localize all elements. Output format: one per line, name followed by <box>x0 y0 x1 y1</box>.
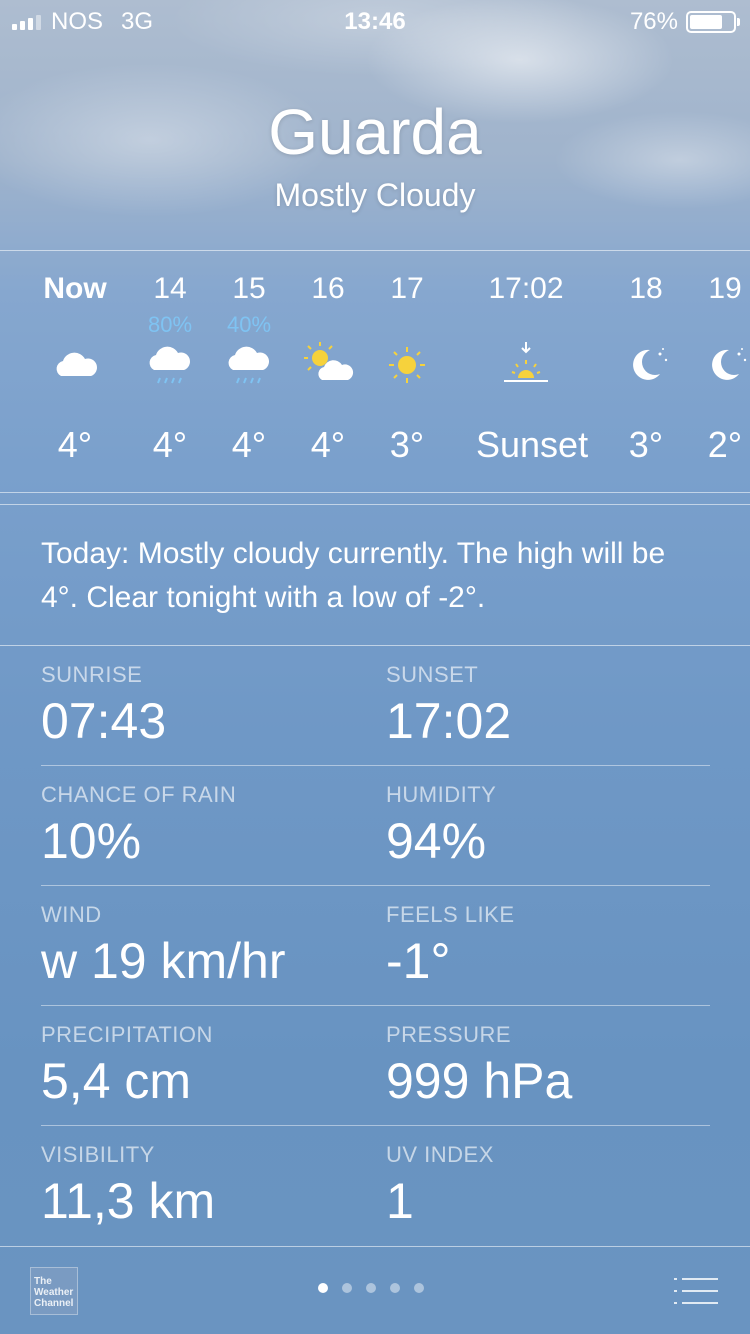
current-condition: Mostly Cloudy <box>274 177 476 213</box>
detail-item: CHANCE OF RAIN 10% <box>41 782 236 870</box>
sun-icon <box>377 340 437 390</box>
detail-item: FEELS LIKE -1° <box>386 902 515 990</box>
detail-row: SUNRISE 07:43 SUNSET 17:02 <box>41 646 710 766</box>
detail-item: PRECIPITATION 5,4 cm <box>41 1022 213 1110</box>
divider <box>0 504 750 505</box>
sunset-icon <box>496 340 556 390</box>
hour-temp: 2° <box>707 424 743 465</box>
detail-item: SUNSET 17:02 <box>386 662 511 750</box>
detail-item: VISIBILITY 11,3 km <box>41 1142 215 1230</box>
detail-value: w 19 km/hr <box>41 933 286 989</box>
detail-label: UV INDEX <box>386 1142 494 1167</box>
detail-value: 999 hPa <box>386 1053 573 1109</box>
moon-icon <box>695 340 750 390</box>
detail-label: SUNSET <box>386 662 479 687</box>
rain-chance: 40% <box>226 312 272 337</box>
weather-channel-logo[interactable]: The Weather Channel <box>30 1267 78 1315</box>
detail-label: FEELS LIKE <box>386 902 515 927</box>
partly-sunny-icon <box>298 340 358 390</box>
detail-value: 10% <box>41 813 142 869</box>
page-dot[interactable] <box>318 1283 328 1293</box>
battery-percent: 76% <box>629 8 678 35</box>
detail-label: VISIBILITY <box>41 1142 155 1167</box>
moon-icon <box>616 340 676 390</box>
logo-text: The Weather Channel <box>34 1276 74 1309</box>
detail-value: 94% <box>386 813 487 869</box>
detail-value: -1° <box>386 933 451 989</box>
detail-label: SUNRISE <box>41 662 143 687</box>
battery-group: 76% <box>629 8 740 36</box>
footer-toolbar: The Weather Channel <box>0 1247 750 1334</box>
detail-value: 11,3 km <box>41 1173 216 1229</box>
detail-value: 07:43 <box>41 693 167 749</box>
rain-cloud-icon <box>140 340 200 390</box>
detail-item: WIND w 19 km/hr <box>41 902 286 990</box>
detail-item: HUMIDITY 94% <box>386 782 496 870</box>
detail-label: HUMIDITY <box>386 782 497 807</box>
hour-label: 17 <box>390 272 424 305</box>
page-dot[interactable] <box>342 1283 352 1293</box>
divider <box>0 492 750 493</box>
divider <box>0 250 750 251</box>
detail-item: UV INDEX 1 <box>386 1142 494 1230</box>
page-dot[interactable] <box>366 1283 376 1293</box>
detail-label: WIND <box>41 902 102 927</box>
hour-temp: 4° <box>57 424 93 465</box>
daily-summary: Today: Mostly cloudy currently. The high… <box>41 537 666 614</box>
detail-value: 5,4 cm <box>41 1053 192 1109</box>
detail-row: PRECIPITATION 5,4 cm PRESSURE 999 hPa <box>41 1006 710 1126</box>
hour-temp: 3° <box>389 424 425 465</box>
status-bar: NOS 3G 13:46 76% <box>0 0 750 40</box>
location-header: Guarda Mostly Cloudy <box>0 95 750 214</box>
detail-label: PRESSURE <box>386 1022 512 1047</box>
hour-temp: Sunset <box>476 424 589 465</box>
page-dot[interactable] <box>414 1283 424 1293</box>
list-icon[interactable] <box>674 1277 718 1305</box>
detail-label: PRECIPITATION <box>41 1022 213 1047</box>
hourly-forecast[interactable]: Now 4° 14 80% 4° 15 40% 4° 16 4° 17 3° 17:02 Sunset 18… <box>0 252 750 492</box>
hour-label: 19 <box>708 272 742 305</box>
detail-item: SUNRISE 07:43 <box>41 662 166 750</box>
hour-label: 17:02 <box>488 272 564 305</box>
detail-value: 1 <box>386 1173 414 1229</box>
page-indicator[interactable] <box>318 1283 424 1293</box>
detail-row: VISIBILITY 11,3 km UV INDEX 1 <box>41 1126 710 1246</box>
page-dot[interactable] <box>390 1283 400 1293</box>
rain-cloud-icon <box>219 340 279 390</box>
detail-value: 17:02 <box>386 693 512 749</box>
hour-label: Now <box>43 272 107 305</box>
detail-label: CHANCE OF RAIN <box>41 782 237 807</box>
detail-row: WIND w 19 km/hr FEELS LIKE -1° <box>41 886 710 1006</box>
battery-icon <box>686 11 740 33</box>
detail-item: PRESSURE 999 hPa <box>386 1022 572 1110</box>
detail-row: CHANCE OF RAIN 10% HUMIDITY 94% <box>41 766 710 886</box>
city-name: Guarda <box>268 96 482 168</box>
cloud-icon <box>45 340 105 390</box>
